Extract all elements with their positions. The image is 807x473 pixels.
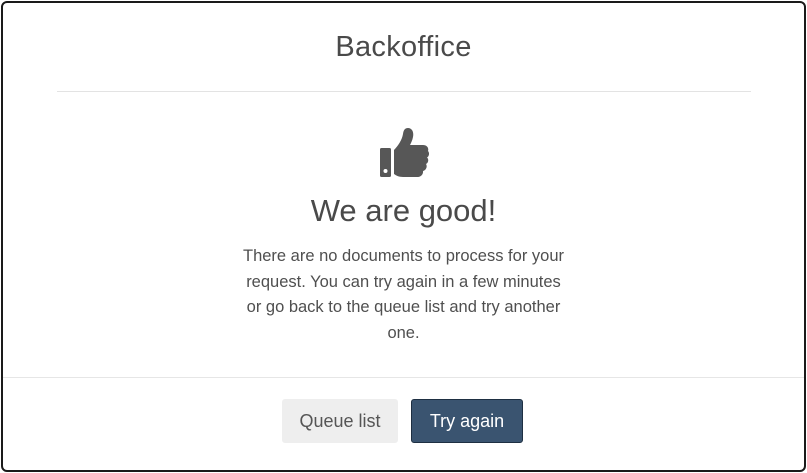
dialog-title: Backoffice	[335, 31, 472, 63]
dialog: Backoffice We are good! There are no doc…	[1, 1, 806, 472]
status-heading: We are good!	[310, 193, 497, 228]
status-message: There are no documents to process for yo…	[243, 247, 564, 342]
queue-list-button[interactable]: Queue list	[282, 399, 398, 443]
footer-divider	[3, 377, 804, 378]
header-divider	[57, 91, 751, 92]
try-again-button[interactable]: Try again	[411, 399, 523, 443]
thumbs-up-icon	[377, 126, 430, 178]
